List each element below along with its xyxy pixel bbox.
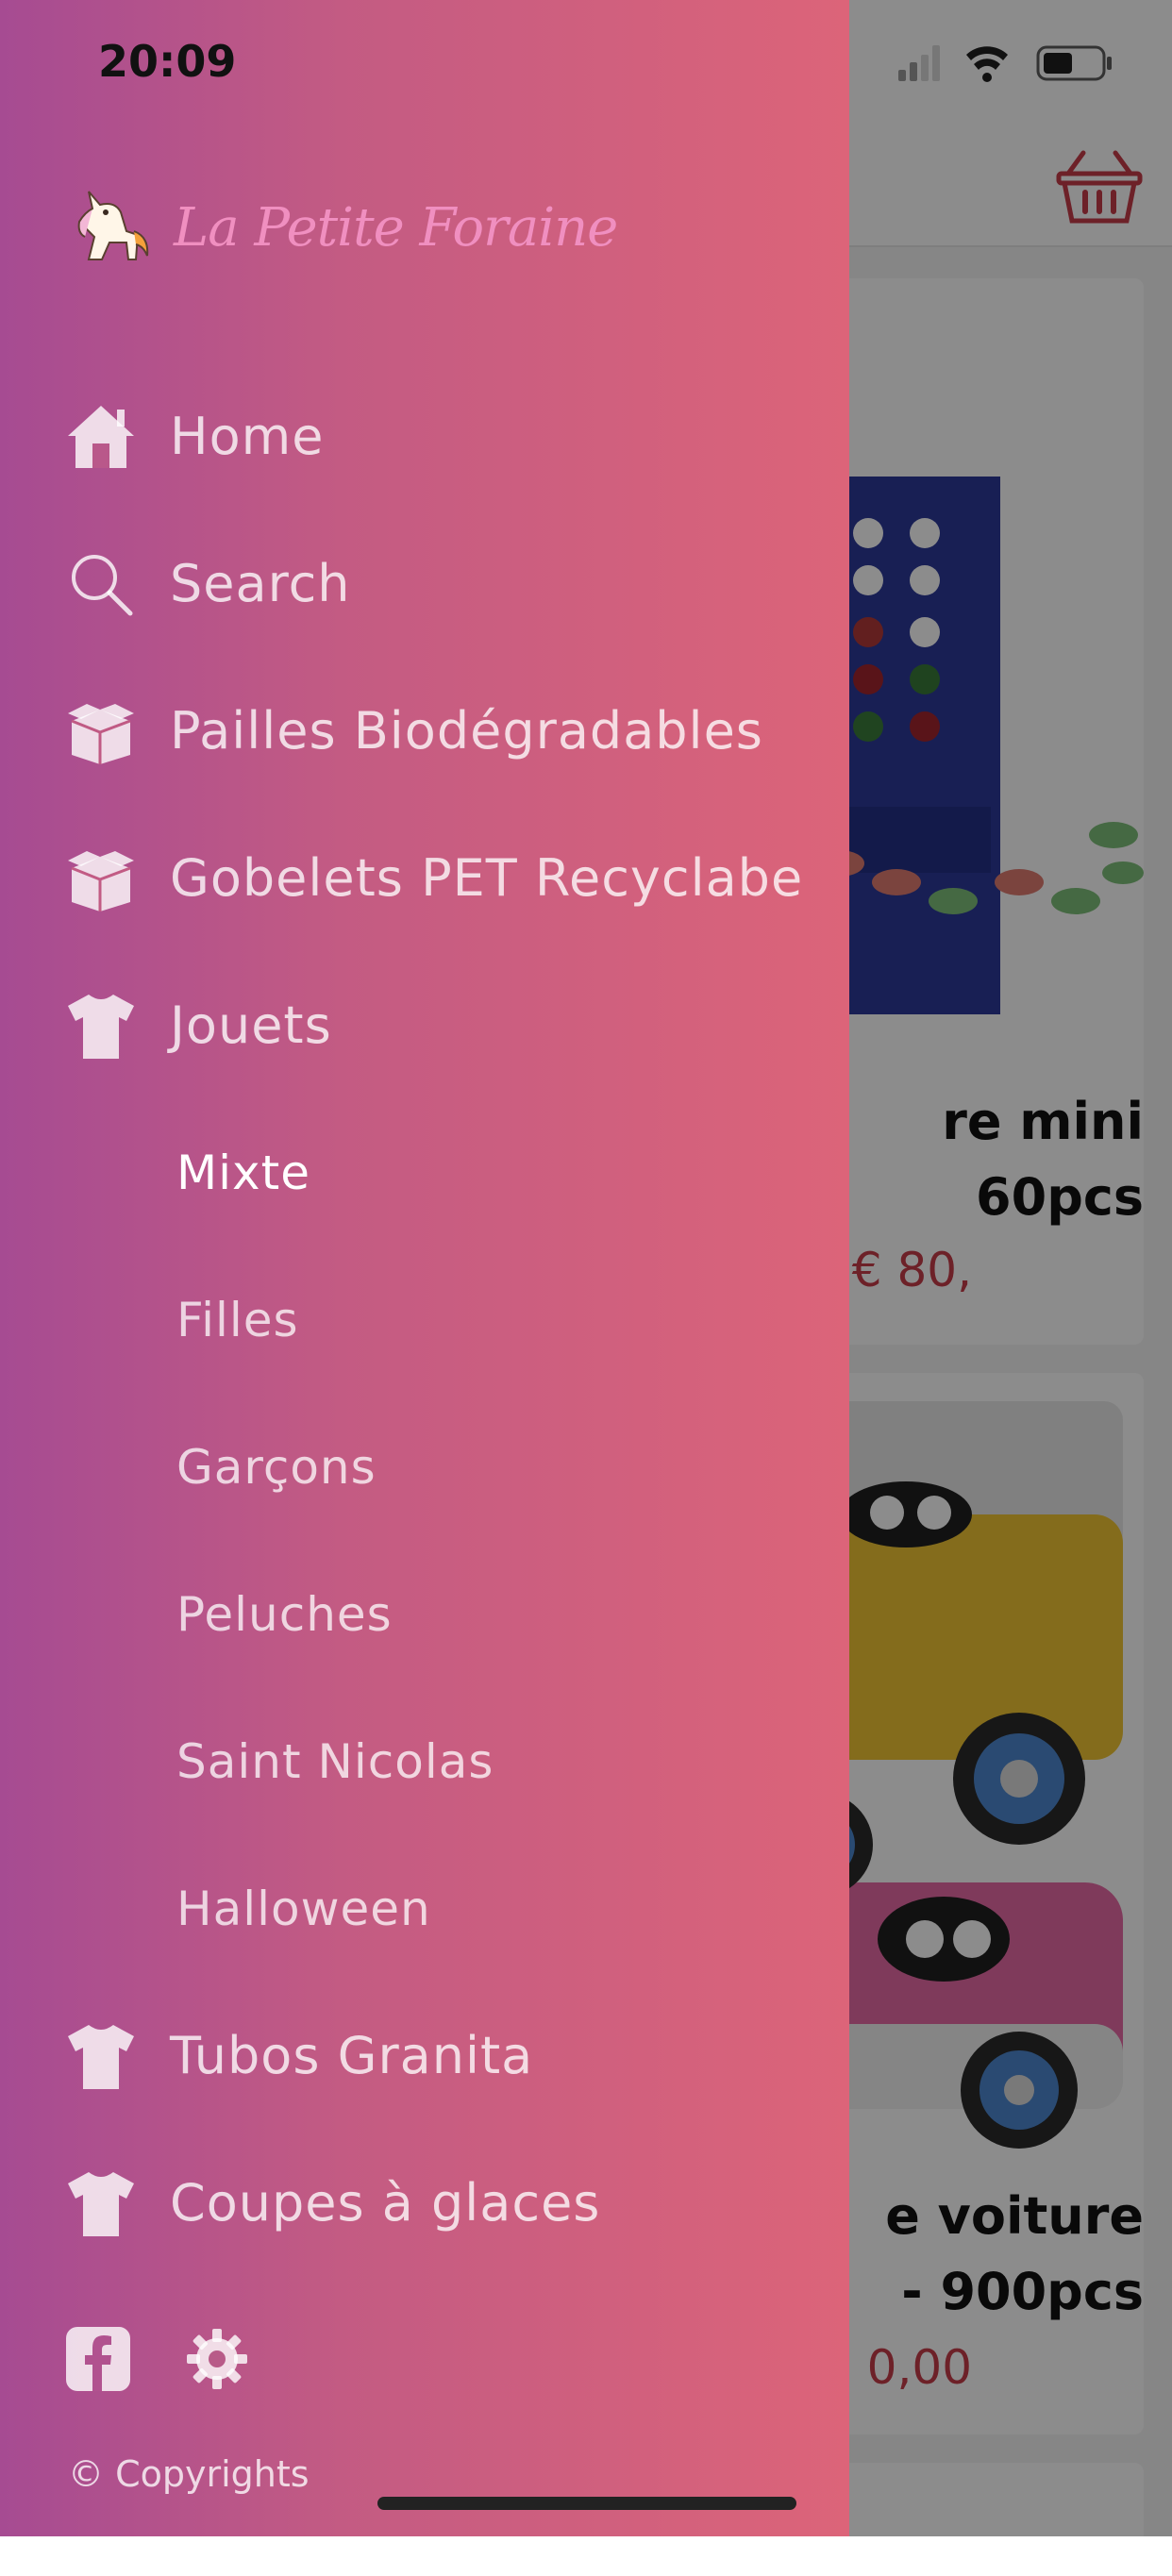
submenu-item-filles[interactable]: Filles [176,1285,299,1355]
menu-label: Tubos Granita [170,2026,534,2085]
menu-item-tubos-granita[interactable]: Tubos Granita [0,2021,849,2134]
menu-label: Search [170,554,351,613]
menu-item-coupes-a-glaces[interactable]: Coupes à glaces [0,2168,849,2282]
unicorn-logo-icon [77,191,149,260]
home-icon [68,406,134,468]
menu-label: Jouets [170,995,332,1055]
submenu-item-mixte[interactable]: Mixte [176,1138,310,1208]
settings-icon[interactable] [185,2327,249,2391]
cellular-signal-icon [898,45,940,81]
menu-label: Pailles Biodégradables [170,701,763,761]
status-icons [898,45,1112,82]
copyright-text: © Copyrights [68,2453,310,2495]
facebook-icon[interactable] [66,2327,130,2391]
submenu-item-peluches[interactable]: Peluches [176,1580,393,1649]
brand-name: La Petite Foraine [174,197,618,259]
search-icon [72,555,133,616]
menu-item-pailles[interactable]: Pailles Biodégradables [0,696,849,810]
menu-label: Coupes à glaces [170,2173,601,2233]
submenu-item-saint-nicolas[interactable]: Saint Nicolas [176,1727,494,1797]
tshirt-icon [68,995,134,1059]
menu-item-home[interactable]: Home [0,402,849,515]
menu-item-jouets[interactable]: Jouets [0,991,849,1104]
box-icon [68,851,134,912]
submenu-item-halloween[interactable]: Halloween [176,1874,431,1944]
wifi-icon [966,46,1008,82]
navigation-drawer: La Petite Foraine Home Search Pailles Bi… [0,0,849,2536]
box-icon [68,704,134,764]
menu-item-search[interactable]: Search [0,549,849,662]
menu-item-gobelets[interactable]: Gobelets PET Recyclabe [0,844,849,957]
menu-label: Gobelets PET Recyclabe [170,848,804,908]
home-indicator[interactable] [377,2497,796,2510]
submenu-item-garcons[interactable]: Garçons [176,1432,377,1502]
battery-icon [1036,45,1112,81]
menu-label: Home [170,407,325,466]
tshirt-icon [68,2025,134,2089]
status-time: 20:09 [98,36,237,87]
tshirt-icon [68,2172,134,2236]
